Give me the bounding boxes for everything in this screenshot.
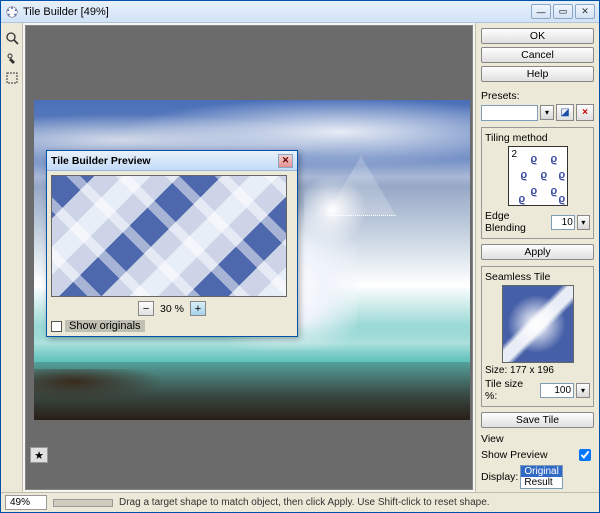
tile-size-info: Size: 177 x 196	[485, 365, 590, 376]
edge-blending-label: Edge Blending	[485, 210, 549, 234]
save-preset-button[interactable]: ◪	[556, 104, 574, 121]
chevron-down-icon: ▾	[545, 108, 549, 117]
favorites-button[interactable]: ★	[30, 447, 48, 463]
show-preview-label: Show Preview	[481, 449, 548, 461]
selection-tool[interactable]	[3, 69, 21, 87]
plus-icon: +	[195, 303, 201, 315]
tile-size-label: Tile size %:	[485, 378, 538, 402]
preview-zoom-value: 30 %	[160, 303, 184, 315]
minimize-button[interactable]: —	[531, 4, 551, 19]
preview-close-button[interactable]: ✕	[278, 154, 293, 168]
presets-select[interactable]	[481, 105, 538, 121]
tool-palette	[1, 23, 23, 492]
presets-label: Presets:	[481, 90, 594, 102]
controls-panel: OK Cancel Help Presets: ▾ ◪ × Tiling met…	[475, 23, 599, 492]
zoom-tool[interactable]	[3, 29, 21, 47]
delete-x-icon: ×	[582, 107, 588, 118]
status-hint: Drag a target shape to match object, the…	[119, 497, 490, 508]
seamless-tile-preview[interactable]	[502, 285, 574, 363]
help-button[interactable]: Help	[481, 66, 594, 82]
zoom-out-button[interactable]: −	[138, 301, 154, 316]
seamless-tile-label: Seamless Tile	[485, 271, 590, 283]
view-label: View	[481, 433, 594, 445]
close-icon: ✕	[282, 155, 290, 166]
chevron-down-icon: ▾	[581, 386, 585, 395]
titlebar[interactable]: Tile Builder [49%] — ▭ ✕	[1, 1, 599, 23]
app-icon	[5, 5, 19, 19]
selection-icon	[5, 71, 19, 85]
maximize-button[interactable]: ▭	[553, 4, 573, 19]
show-originals-label: Show originals	[65, 320, 145, 332]
chevron-down-icon: ▾	[581, 218, 585, 227]
zoom-in-button[interactable]: +	[190, 301, 206, 316]
pan-icon	[5, 51, 19, 65]
display-label: Display:	[481, 471, 518, 483]
tiling-method-label: Tiling method	[485, 132, 590, 144]
save-tile-button[interactable]: Save Tile	[481, 412, 594, 428]
presets-dropdown-button[interactable]: ▾	[540, 105, 554, 120]
disk-icon: ◪	[560, 107, 569, 118]
tiling-method-thumb[interactable]: 2 ϱ ϱ ϱ ϱ ϱ ϱ ϱ ϱ ϱ	[508, 146, 568, 206]
pan-tool[interactable]	[3, 49, 21, 67]
tile-size-input[interactable]	[540, 383, 574, 398]
zoom-slider[interactable]	[53, 499, 113, 507]
delete-preset-button[interactable]: ×	[576, 104, 594, 121]
show-preview-checkbox[interactable]	[579, 449, 591, 461]
preview-canvas[interactable]	[51, 175, 287, 297]
zoom-value[interactable]: 49%	[5, 495, 47, 510]
preview-dialog-titlebar[interactable]: Tile Builder Preview ✕	[47, 151, 297, 171]
apply-button[interactable]: Apply	[481, 244, 594, 260]
canvas-area: Tile Builder Preview ✕ − 30 %	[25, 25, 473, 490]
cancel-button[interactable]: Cancel	[481, 47, 594, 63]
magnifier-icon	[5, 31, 19, 45]
close-button[interactable]: ✕	[575, 4, 595, 19]
display-select[interactable]: Original Result	[520, 465, 562, 489]
tile-size-stepper[interactable]: ▾	[576, 383, 590, 398]
display-option-original[interactable]: Original	[521, 466, 561, 477]
canvas-content[interactable]: Tile Builder Preview ✕ − 30 %	[26, 26, 472, 489]
status-bar: 49% Drag a target shape to match object,…	[1, 492, 599, 512]
ok-button[interactable]: OK	[481, 28, 594, 44]
preview-title: Tile Builder Preview	[51, 155, 151, 167]
preview-dialog[interactable]: Tile Builder Preview ✕ − 30 %	[46, 150, 298, 337]
star-icon: ★	[34, 449, 44, 462]
edge-blending-stepper[interactable]: ▾	[577, 215, 590, 230]
edge-blending-input[interactable]	[551, 215, 575, 230]
minus-icon: −	[143, 303, 149, 315]
show-originals-checkbox[interactable]	[51, 321, 62, 332]
tiling-method-number: 2	[512, 149, 518, 160]
display-option-result[interactable]: Result	[521, 477, 561, 488]
window-title: Tile Builder [49%]	[23, 6, 531, 18]
